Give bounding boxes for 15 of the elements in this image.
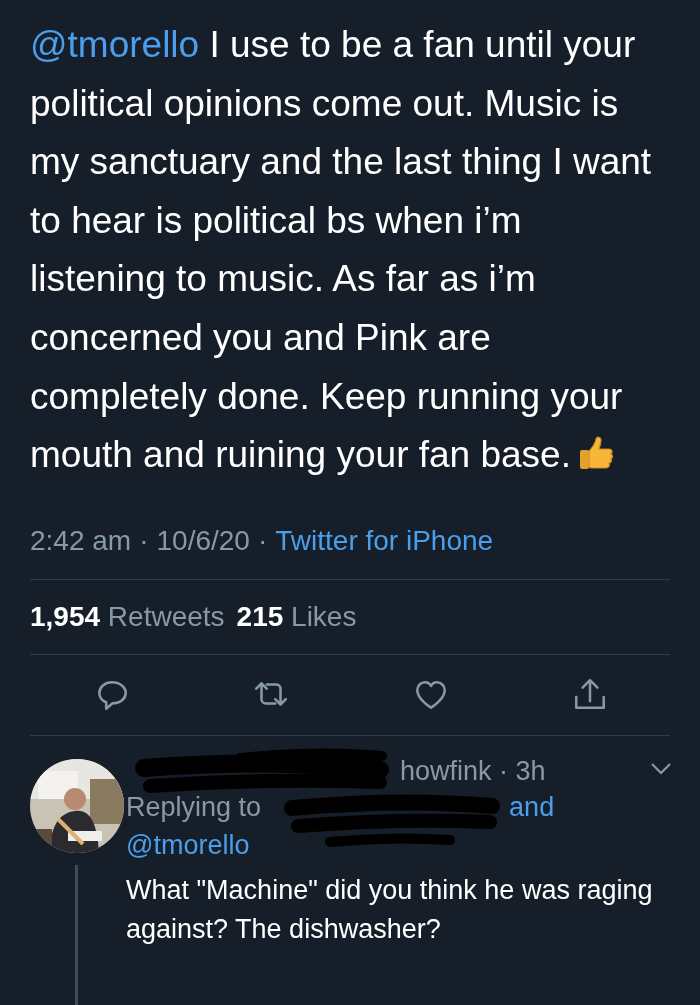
mention-link[interactable]: @tmorello	[126, 825, 700, 864]
user-handle[interactable]: howfink · 3h	[400, 756, 546, 788]
stat-count[interactable]: 215 Likes	[236, 600, 357, 633]
separator: ·	[139, 524, 149, 557]
stat-count[interactable]: 1,954 Retweets	[30, 600, 225, 633]
tweet-time: 2:42 am	[30, 524, 132, 557]
source-link[interactable]: Twitter for iPhone	[275, 524, 494, 557]
chevron-down-icon[interactable]	[650, 761, 672, 776]
tweet-text: @tmorello I use to be a fan until your political opinions come out. Music is my sanctuary and the last thing I want to hear is political bs when i’m listening to music. As far as i’m concerned you and Pink are completely done. Keep running your mouth and ruining your fan base.	[30, 23, 653, 478]
tweet-date: 10/6/20	[156, 524, 250, 557]
replying-label: Replying to	[126, 790, 262, 824]
reply-text: What "Machine" did you think he was raging against? The dishwasher?	[126, 873, 654, 946]
separator: ·	[257, 524, 268, 557]
and-label: and	[509, 790, 555, 824]
mention-link[interactable]: @tmorello	[30, 24, 200, 65]
